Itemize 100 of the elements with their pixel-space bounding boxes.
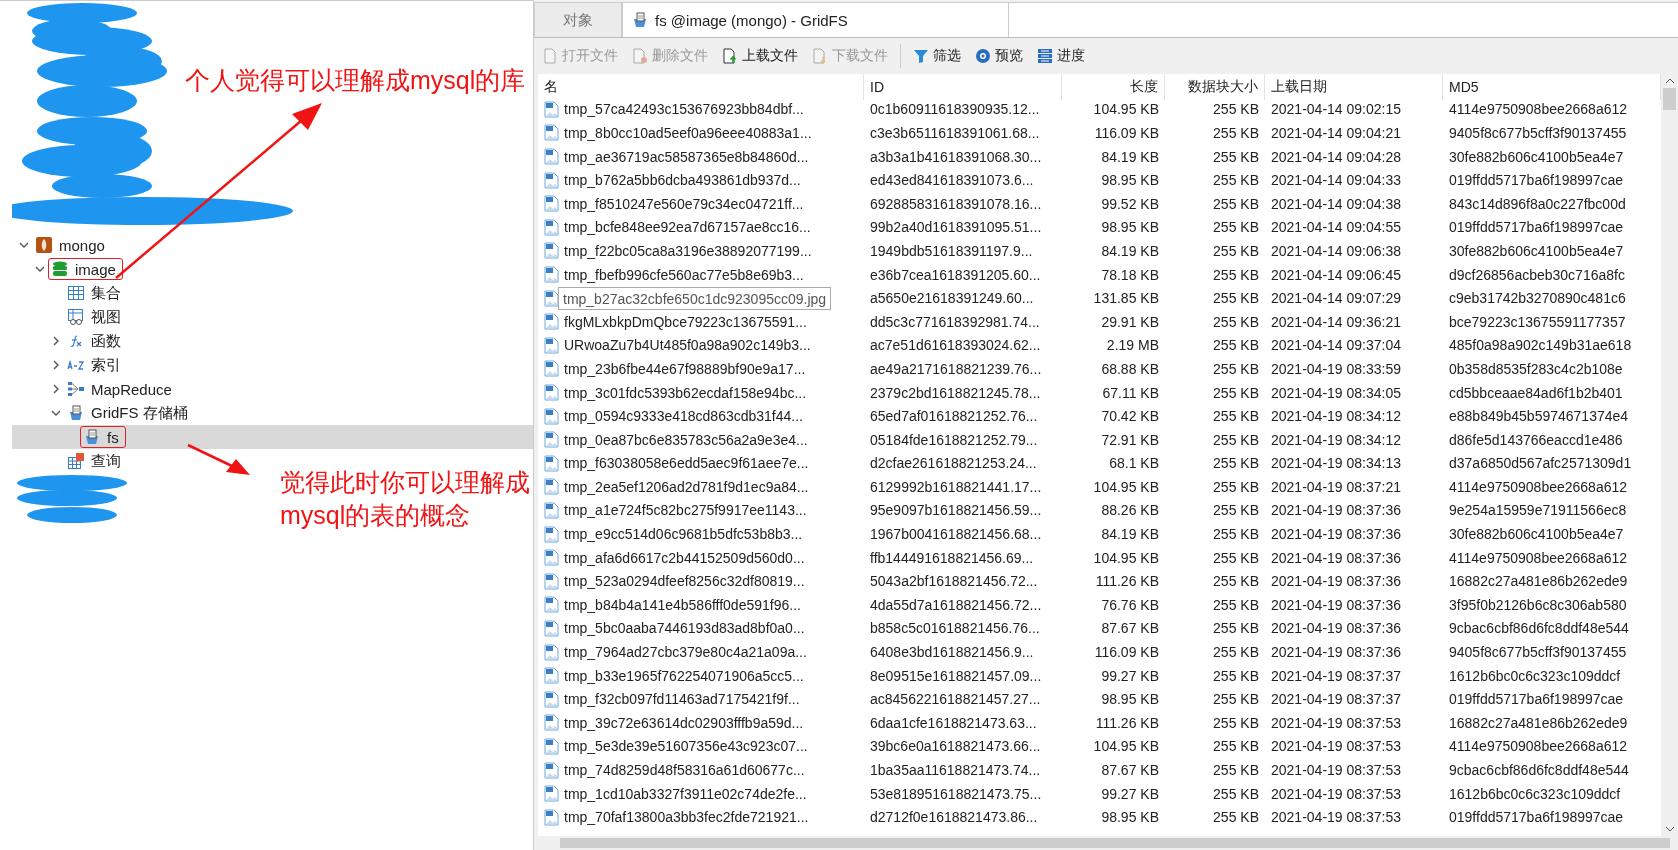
table-cell: 2021-04-19 08:37:21 — [1271, 478, 1401, 495]
table-view-icon — [67, 308, 85, 326]
tree-item[interactable]: mongo — [12, 233, 533, 257]
tree-item[interactable]: 索引 — [12, 353, 533, 377]
table-cell: b858c5c01618821456.76... — [870, 620, 1040, 637]
column-header[interactable]: 长度 — [1062, 74, 1165, 100]
chevron-right-icon[interactable] — [51, 336, 61, 346]
tree-item[interactable]: 集合 — [12, 281, 533, 305]
table-cell: 104.95 KB — [1093, 101, 1159, 118]
table-cell: 29.91 KB — [1101, 313, 1159, 330]
table-cell: 05184fde1618821252.79... — [870, 431, 1038, 448]
toolbar-button[interactable]: 进度 — [1035, 47, 1087, 65]
image-file-icon — [544, 360, 559, 378]
document-download-icon — [812, 48, 828, 64]
table-cell: 255 KB — [1213, 620, 1259, 637]
annotation-text: 个人觉得可以理解成mysql的库 — [185, 65, 526, 96]
table-cell: 8e09515e1618821457.09... — [870, 667, 1042, 684]
tree-item[interactable]: 函数 — [12, 329, 533, 353]
column-header[interactable]: ID — [864, 74, 1062, 100]
table-cell: 6408e3bd1618821456.9... — [870, 644, 1034, 661]
image-file-icon — [544, 572, 559, 590]
tab[interactable]: 对象 — [534, 2, 622, 37]
table-cell: 78.18 KB — [1101, 266, 1159, 283]
column-header[interactable]: 名 — [538, 74, 864, 100]
tab[interactable]: fs @image (mongo) - GridFS — [622, 2, 1009, 37]
image-file-icon — [544, 454, 559, 472]
image-file-icon — [544, 525, 559, 543]
table-cell: 98.95 KB — [1101, 809, 1159, 826]
toolbar-button[interactable]: 筛选 — [911, 47, 963, 65]
image-file-icon — [544, 100, 559, 118]
tree-item[interactable]: 视图 — [12, 305, 533, 329]
table-cell: 111.26 KB — [1095, 714, 1159, 731]
chevron-right-icon[interactable] — [51, 384, 61, 394]
chevron-down-icon[interactable] — [51, 408, 61, 418]
image-file-icon — [544, 148, 559, 166]
table-cell: 2021-04-19 08:34:12 — [1271, 431, 1401, 448]
table-cell: 4114e9750908bee2668a612 — [1449, 101, 1628, 118]
image-file-icon — [544, 289, 559, 307]
document-upload-icon — [722, 48, 738, 64]
tree-label: GridFS 存储桶 — [91, 403, 188, 423]
table-cell: 2.19 MB — [1106, 337, 1159, 354]
image-file-icon — [544, 171, 559, 189]
table-cell: tmp_f63038058e6edd5aec9f61aee7e... — [564, 455, 809, 472]
column-header[interactable]: 上载日期 — [1265, 74, 1443, 100]
tree-item[interactable]: GridFS 存储桶 — [12, 401, 533, 425]
table-cell: ed43ed841618391073.6... — [870, 172, 1034, 189]
tree-item[interactable]: MapReduce — [12, 377, 533, 401]
scrollbar-thumb[interactable] — [1663, 88, 1676, 110]
table-cell: tmp_5e3de39e51607356e43c923c07... — [564, 738, 808, 755]
table-cell: 2021-04-19 08:37:36 — [1271, 549, 1401, 566]
table-cell: 6129992b1618821441.17... — [870, 478, 1042, 495]
tree-item[interactable]: fs — [12, 425, 533, 449]
vertical-scrollbar[interactable] — [1661, 74, 1678, 836]
chevron-down-icon[interactable] — [35, 264, 45, 274]
table-cell: 2021-04-19 08:37:53 — [1271, 785, 1401, 802]
toolbar-button[interactable]: 预览 — [973, 47, 1025, 65]
table-cell: 53e818951618821473.75... — [870, 785, 1042, 802]
table-cell: tmp_2ea5ef1206ad2d781f9d1ec9a84... — [564, 478, 809, 495]
table-cell: 255 KB — [1213, 266, 1259, 283]
table-cell: 98.95 KB — [1101, 172, 1159, 189]
tree-label: 查询 — [91, 451, 121, 471]
table-cell: 2021-04-19 08:37:53 — [1271, 762, 1401, 778]
toolbar-button[interactable]: 上载文件 — [720, 47, 800, 65]
horizontal-scrollbar[interactable] — [538, 836, 1678, 850]
image-file-icon — [544, 761, 559, 779]
table-cell: URwoaZu7b4Ut485f0a98a902c149b3... — [564, 337, 811, 354]
tree-item[interactable]: image — [12, 257, 533, 281]
table-cell: tmp_b762a5bb6dcba493861db937d... — [564, 172, 801, 189]
table-cell: 4114e9750908bee2668a612 — [1449, 549, 1628, 566]
table-cell: 67.11 KB — [1102, 384, 1159, 401]
annotation-text: 觉得此时你可以理解成 mysql的表的概念 — [280, 467, 530, 531]
table-cell: 65ed7af01618821252.76... — [870, 408, 1038, 425]
table-cell: 3f95f0b2126b6c8c306ab580 — [1449, 596, 1627, 613]
table-cell: 255 KB — [1213, 360, 1259, 377]
table-cell: 019ffdd5717ba6f198997cae — [1449, 691, 1624, 708]
table-cell: 131.85 KB — [1093, 290, 1159, 307]
bucket-icon — [631, 11, 649, 29]
flow-icon — [67, 380, 85, 398]
scrollbar-thumb[interactable] — [560, 838, 1670, 848]
image-file-icon — [544, 266, 559, 284]
table-cell: 4114e9750908bee2668a612 — [1449, 478, 1628, 495]
table-cell: 2021-04-14 09:04:21 — [1271, 125, 1401, 141]
column-header[interactable]: 数据块大小 — [1165, 74, 1265, 100]
table-cell: tmp_23b6fbe44e67f98889bf90e9a17... — [564, 360, 806, 377]
table-cell: 99b2a40d1618391095.51... — [870, 219, 1042, 236]
table-cell: tmp_8b0cc10ad5eef0a96eee40883a1... — [564, 125, 812, 141]
table-cell: tmp_523a0294dfeef8256c32df80819... — [564, 573, 805, 590]
table-cell: 2021-04-19 08:34:12 — [1271, 408, 1401, 425]
table-cell: 88.26 KB — [1101, 502, 1159, 519]
chevron-right-icon[interactable] — [51, 360, 61, 370]
table-cell: tmp_39c72e63614dc02903fffb9a59d... — [564, 714, 804, 731]
chevron-down-icon[interactable] — [19, 240, 29, 250]
tree-label: 索引 — [91, 355, 121, 375]
table-cell: 6daa1cfe1618821473.63... — [870, 714, 1037, 731]
tree-label: 视图 — [91, 307, 121, 327]
table-cell: 255 KB — [1213, 242, 1259, 259]
table-cell: 692885831618391078.16... — [870, 195, 1042, 212]
table-cell: 68.88 KB — [1101, 360, 1159, 377]
tree-label: image — [75, 260, 116, 278]
tree-label: 集合 — [91, 283, 121, 303]
